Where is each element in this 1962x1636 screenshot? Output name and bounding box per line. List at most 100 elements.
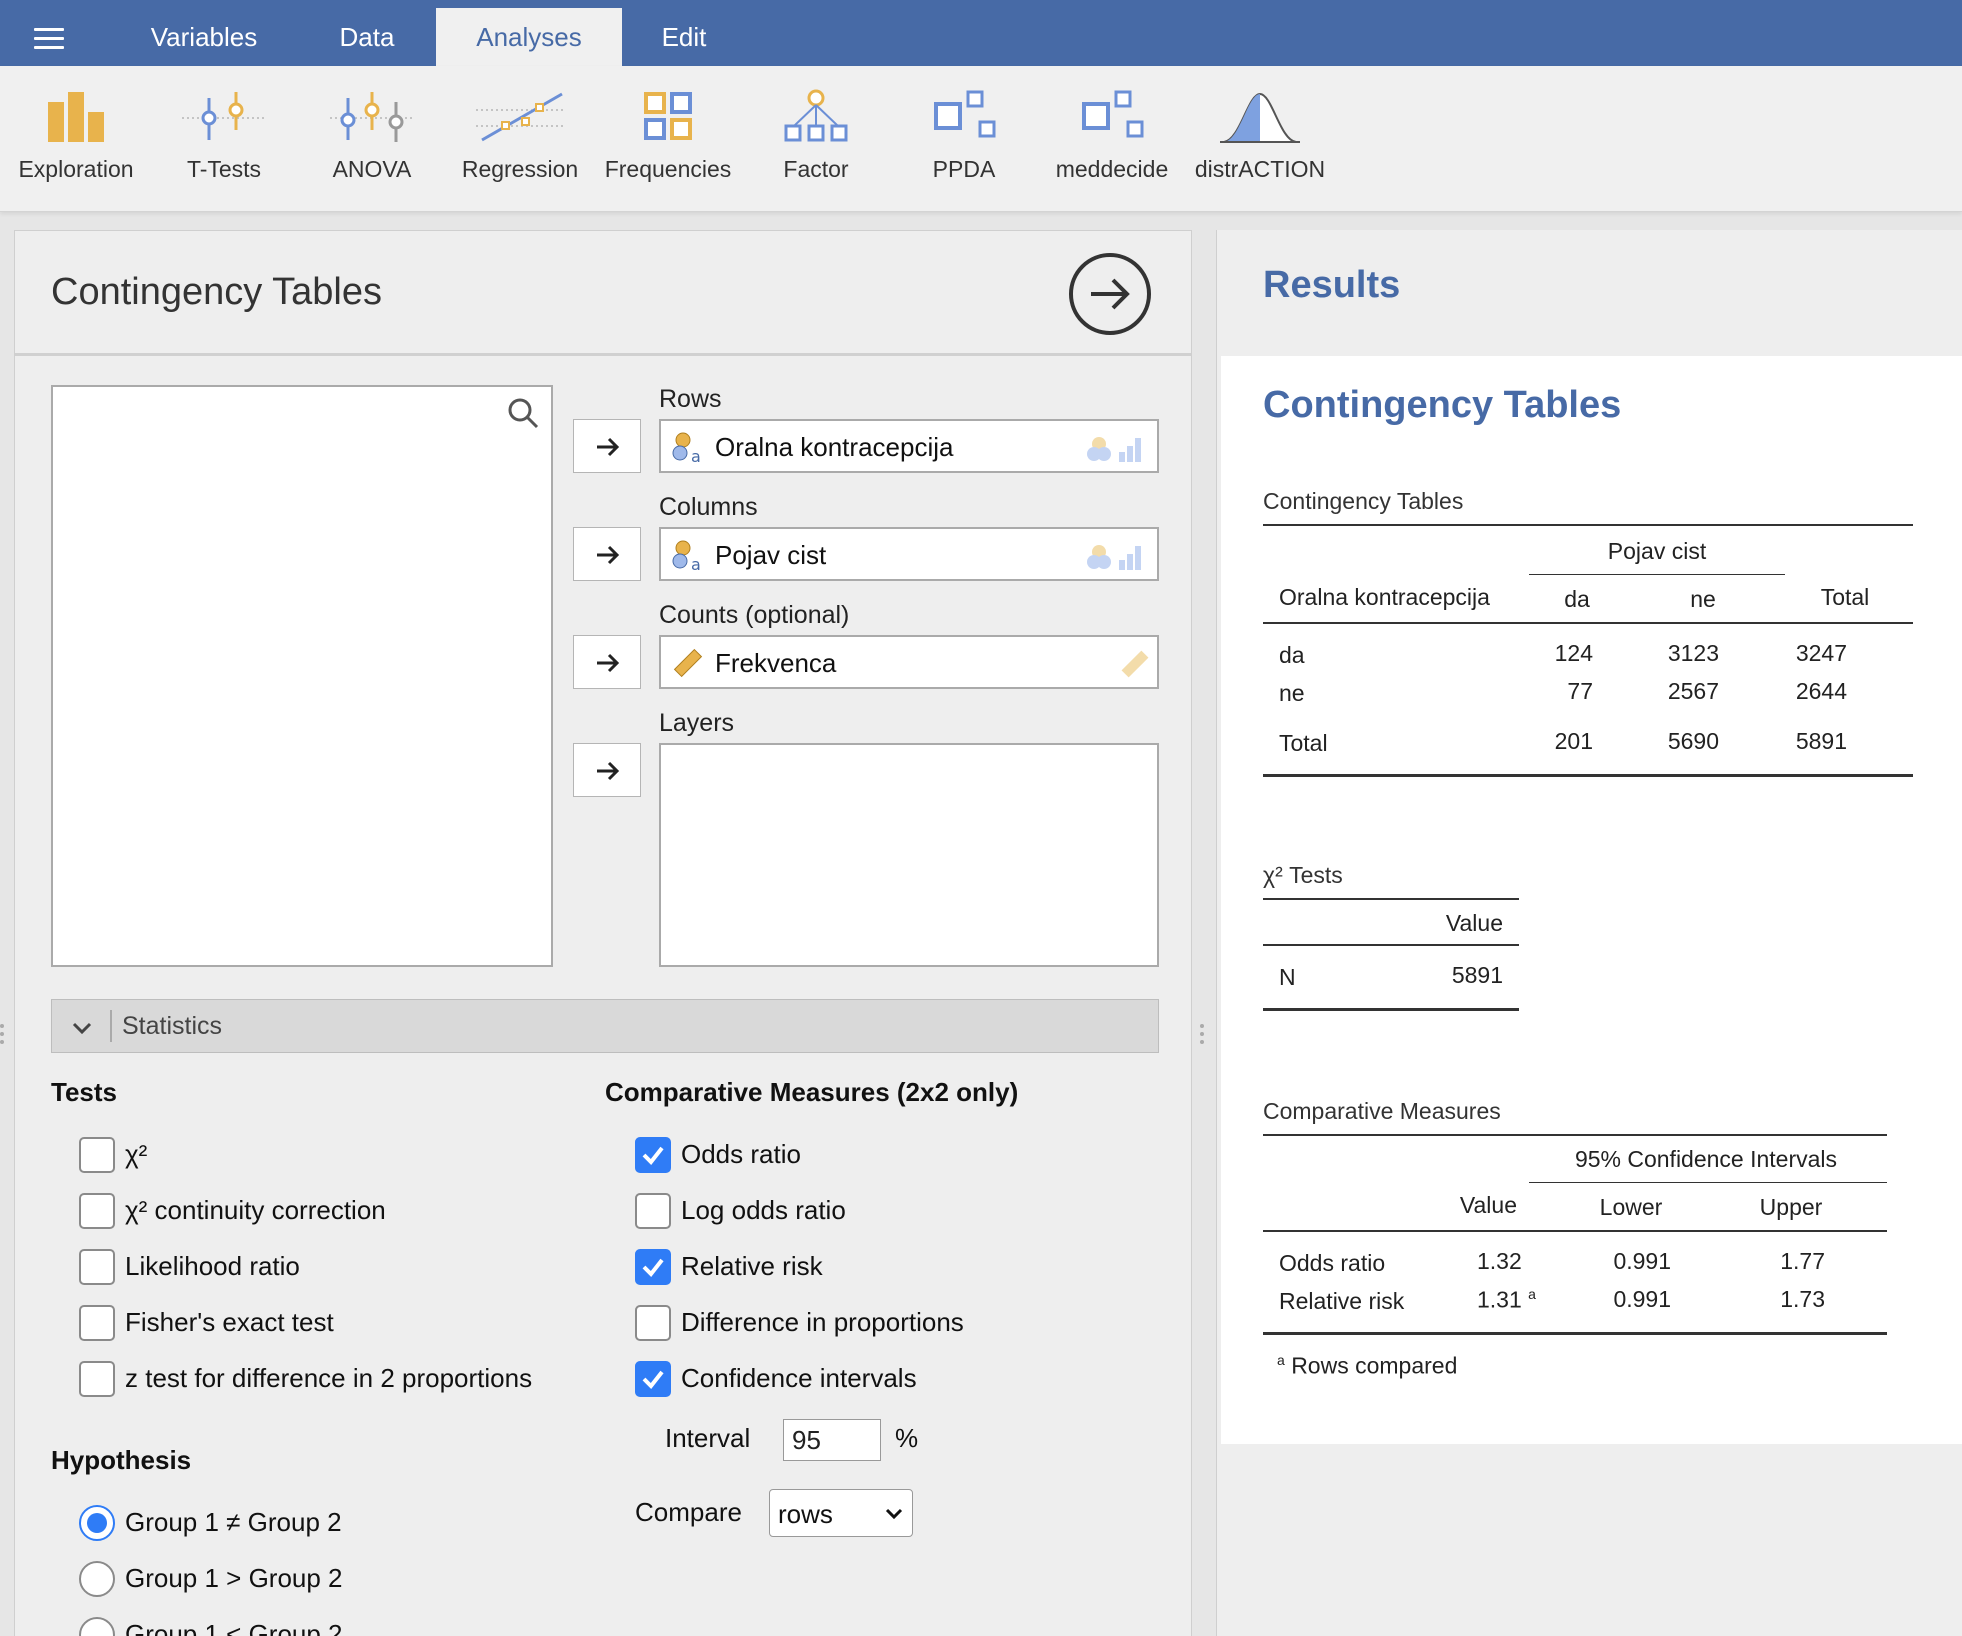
rows-label: Rows — [659, 385, 722, 413]
table-rule — [1263, 944, 1519, 946]
ribbon-t-tests-button[interactable]: T-Tests — [150, 88, 298, 183]
statistics-section-toggle[interactable]: Statistics — [51, 999, 1159, 1053]
layers-variable-box[interactable] — [659, 743, 1159, 967]
variable-list[interactable] — [51, 385, 553, 967]
checkbox[interactable] — [635, 1193, 671, 1229]
radio-button[interactable] — [79, 1617, 115, 1636]
table-rule — [1263, 898, 1519, 900]
cm-lower-cell: 0.991 — [1613, 1286, 1671, 1312]
checkbox[interactable] — [79, 1137, 115, 1173]
cm-upper-cell: 1.73 — [1780, 1286, 1825, 1312]
table-rule — [1263, 622, 1913, 624]
interval-label: Interval — [665, 1423, 751, 1453]
ct-column-group-header: Pojav cist — [1607, 538, 1707, 564]
hamburger-menu-icon[interactable] — [34, 28, 64, 50]
ci-group-header: 95% Confidence Intervals — [1574, 1146, 1838, 1172]
table-rule — [1263, 774, 1913, 777]
checkbox[interactable] — [79, 1193, 115, 1229]
cm-column-header: Value — [1459, 1192, 1517, 1218]
ribbon-exploration-button[interactable]: Exploration — [2, 88, 150, 183]
ruler-icon — [1121, 650, 1149, 678]
title-divider — [15, 353, 1191, 356]
checkbox[interactable] — [79, 1249, 115, 1285]
ribbon-regression-button[interactable]: Regression — [446, 88, 594, 183]
move-to-columns-button[interactable] — [573, 527, 641, 581]
search-icon[interactable] — [505, 395, 541, 431]
option-label: z test for difference in 2 proportions — [125, 1363, 533, 1393]
arrow-right-icon — [597, 437, 620, 457]
rows-variable-box[interactable]: a Oralna kontracepcija — [659, 419, 1159, 473]
move-to-layers-button[interactable] — [573, 743, 641, 797]
top-menu-bar: Variables Data Analyses Edit — [0, 0, 1962, 66]
frequencies-icon — [644, 92, 692, 140]
ribbon-frequencies-button[interactable]: Frequencies — [594, 88, 742, 183]
checkbox[interactable] — [79, 1361, 115, 1397]
ribbon-distraction-button[interactable]: distrACTION — [1186, 88, 1334, 183]
ribbon-ppda-button[interactable]: PPDA — [890, 88, 1038, 183]
ribbon-factor-button[interactable]: Factor — [742, 88, 890, 183]
table-rule — [1529, 1182, 1887, 1183]
svg-text:a: a — [691, 447, 701, 464]
checkbox[interactable] — [635, 1305, 671, 1341]
ct-cell: 2644 — [1795, 678, 1847, 704]
ct-cell: 3247 — [1795, 640, 1847, 666]
ct-cell: 201 — [1554, 728, 1593, 754]
table-rule — [1263, 1008, 1519, 1011]
footnote-marker: a — [1528, 1286, 1536, 1302]
interval-input[interactable]: 95 — [783, 1419, 881, 1461]
columns-variable-box[interactable]: a Pojav cist — [659, 527, 1159, 581]
table-rule — [1263, 1134, 1887, 1136]
ribbon-label: Factor — [783, 156, 849, 182]
panel-splitter-handle[interactable] — [1200, 1024, 1206, 1050]
tab-data[interactable]: Data — [310, 8, 424, 66]
checkbox[interactable] — [635, 1249, 671, 1285]
ribbon-label: distrACTION — [1194, 156, 1326, 182]
compare-select[interactable]: rows — [769, 1489, 913, 1537]
option-label: χ² — [125, 1139, 148, 1169]
tab-variables[interactable]: Variables — [116, 8, 292, 66]
option-label: Fisher's exact test — [125, 1307, 334, 1337]
checkbox[interactable] — [635, 1361, 671, 1397]
move-to-rows-button[interactable] — [573, 419, 641, 473]
arrow-right-circle-icon — [1091, 278, 1130, 310]
option-label: Difference in proportions — [681, 1307, 964, 1337]
move-to-counts-button[interactable] — [573, 635, 641, 689]
ribbon-label: T-Tests — [186, 156, 262, 182]
left-splitter-handle[interactable] — [0, 1024, 6, 1050]
t-tests-icon — [182, 92, 266, 140]
option-label: χ² continuity correction — [125, 1195, 386, 1225]
tab-edit[interactable]: Edit — [640, 8, 728, 66]
ct-cell: 5891 — [1795, 728, 1847, 754]
ct-cell: 2567 — [1667, 678, 1719, 704]
comparative-measures-heading: Comparative Measures (2x2 only) — [605, 1077, 1019, 1107]
option-label: Likelihood ratio — [125, 1251, 300, 1281]
ct-column-header: Total — [1820, 584, 1870, 610]
option-label: Odds ratio — [681, 1139, 801, 1169]
exploration-icon — [48, 92, 104, 142]
ct-row-variable-header: Oralna kontracepcija — [1279, 584, 1490, 610]
run-analysis-button[interactable] — [1069, 253, 1151, 335]
radio-button[interactable] — [79, 1561, 115, 1597]
analysis-heading: Contingency Tables — [1263, 384, 1622, 426]
ribbon-anova-button[interactable]: ANOVA — [298, 88, 446, 183]
cm-upper-cell: 1.77 — [1780, 1248, 1825, 1274]
option-label: Confidence intervals — [681, 1363, 917, 1393]
ribbon-meddecide-button[interactable]: meddecide — [1038, 88, 1186, 183]
checkbox[interactable] — [635, 1137, 671, 1173]
factor-icon — [784, 89, 848, 142]
option-label: Group 1 > Group 2 — [125, 1563, 343, 1593]
footnote-text: Rows compared — [1291, 1352, 1458, 1379]
chi-value-header: Value — [1445, 910, 1503, 936]
checkbox[interactable] — [79, 1305, 115, 1341]
ruler-icon — [673, 648, 703, 678]
radio-button[interactable] — [79, 1505, 115, 1541]
tab-analyses[interactable]: Analyses — [436, 8, 622, 66]
ct-cell: 5690 — [1667, 728, 1719, 754]
ribbon-label: Frequencies — [604, 156, 732, 182]
ct-column-header: ne — [1690, 586, 1716, 612]
cm-column-header: Upper — [1759, 1194, 1823, 1220]
interval-unit: % — [895, 1423, 919, 1453]
ribbon-label: ANOVA — [332, 156, 412, 182]
table-rule — [1263, 524, 1913, 526]
counts-variable-box[interactable]: Frekvenca — [659, 635, 1159, 689]
